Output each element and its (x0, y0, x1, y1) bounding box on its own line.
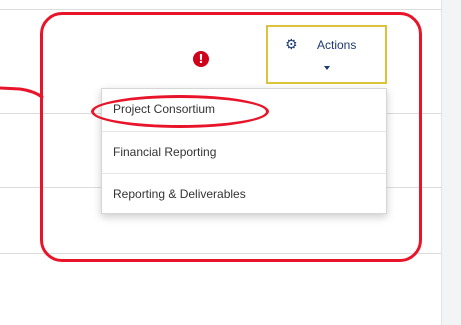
actions-button[interactable]: ⚙ Actions (266, 25, 387, 84)
actions-button-label: Actions (317, 38, 357, 52)
annotation-highlight-ellipse (91, 95, 269, 128)
menu-item-reporting-deliverables[interactable]: Reporting & Deliverables (102, 173, 386, 213)
gears-icon: ⚙ (285, 37, 298, 53)
caret-down-icon (324, 66, 330, 70)
menu-item-financial-reporting[interactable]: Financial Reporting (102, 131, 386, 171)
exclamation-circle-icon: ! (193, 51, 209, 67)
